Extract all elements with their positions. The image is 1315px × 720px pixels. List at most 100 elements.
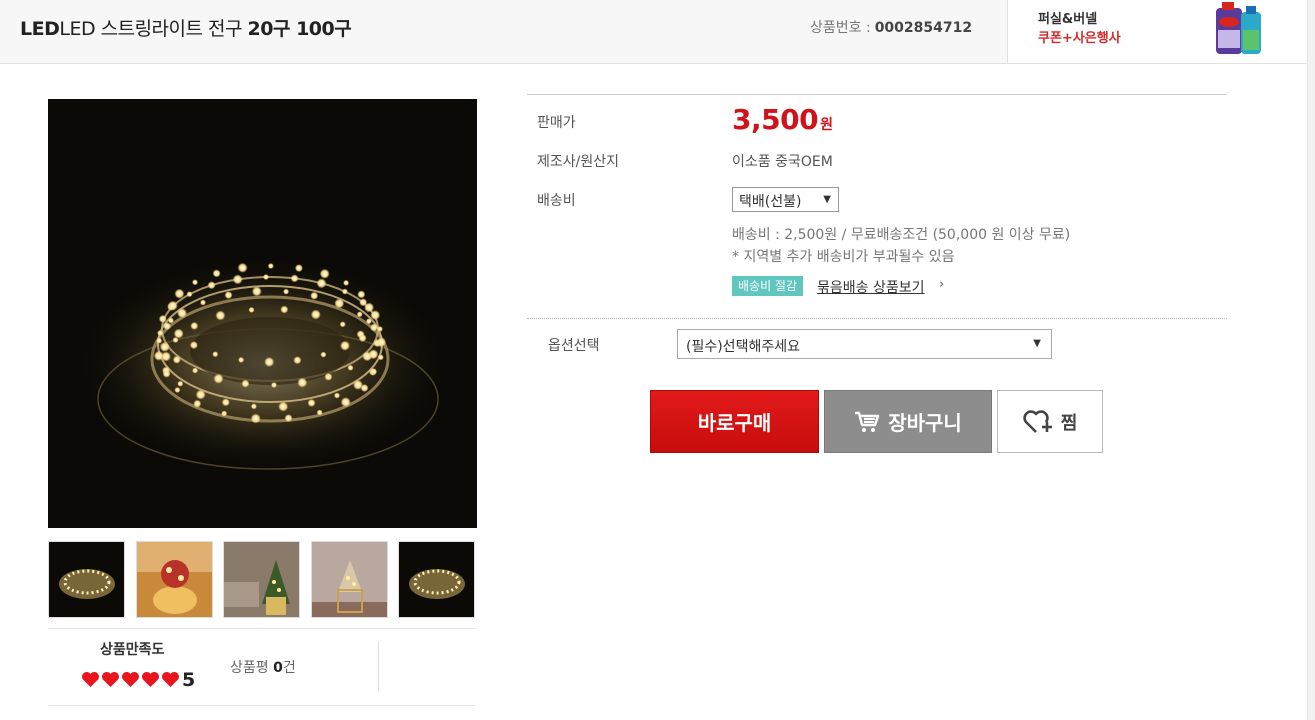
bulb-light	[172, 355, 181, 364]
bulb-light	[186, 291, 193, 298]
bulb-light	[324, 372, 333, 381]
bulb-light	[370, 323, 378, 332]
thumbnail-1[interactable]	[48, 541, 125, 618]
heart-icon	[142, 671, 159, 688]
thumbnail-strip	[48, 541, 477, 619]
bulb-light	[189, 341, 198, 350]
bulb-light	[156, 337, 163, 344]
bulb-light	[283, 288, 290, 295]
string-light-photo	[48, 99, 477, 528]
bulb-light	[359, 298, 368, 307]
bulb-light	[340, 340, 350, 351]
promo-line1: 퍼실&버넬	[1038, 12, 1098, 27]
bulb-light	[159, 341, 170, 352]
option-label: 옵션선택	[548, 338, 600, 354]
bulb-light	[371, 368, 377, 375]
cart-label: 장바구니	[888, 411, 962, 435]
bulb-light	[162, 369, 171, 378]
bulb-light	[310, 309, 321, 320]
thumbnail-2[interactable]	[136, 541, 213, 618]
review-unit: 건	[282, 660, 296, 676]
bulb-light	[232, 274, 243, 285]
bulb-light	[161, 351, 171, 362]
product-title-prefix: LED 스트링라이트 전구	[59, 18, 248, 40]
bulb-light	[290, 274, 299, 283]
bulb-light	[280, 305, 289, 314]
bulb-light	[319, 268, 330, 279]
option-placeholder: (필수)선택해주세요	[686, 339, 800, 355]
bulb-light	[172, 337, 179, 343]
add-to-cart-button[interactable]: 장바구니	[824, 390, 992, 453]
heart-rating	[81, 671, 181, 688]
bulb-light	[190, 321, 199, 330]
rating-score: 5	[182, 669, 196, 691]
bulb-light	[316, 409, 323, 416]
price-unit: 원	[820, 117, 833, 133]
bulb-light	[293, 356, 302, 365]
heart-icon	[162, 671, 179, 688]
shipping-select[interactable]: 택배(선불) ▼	[732, 187, 839, 212]
bulb-light	[250, 413, 261, 424]
divider	[378, 641, 379, 691]
promo-line2: 쿠폰+사은행사	[1038, 31, 1121, 46]
bulb-light	[221, 398, 230, 407]
bulb-light	[200, 299, 206, 306]
divider	[527, 318, 1227, 319]
satisfaction-label: 상품만족도	[100, 642, 165, 658]
wishlist-label: 찜	[1060, 412, 1078, 434]
product-title: LEDLED 스트링라이트 전구 20구 100구	[20, 18, 352, 40]
thumbnail-3[interactable]	[223, 541, 300, 618]
bulb-light	[193, 399, 202, 408]
review-label: 상품평	[230, 660, 274, 676]
bulb-light	[357, 290, 366, 299]
bulb-light	[377, 354, 384, 361]
dropdown-arrow-icon: ▼	[823, 194, 831, 205]
bulb-light	[251, 286, 262, 297]
bulb-light	[278, 401, 289, 412]
bulb-light	[163, 322, 172, 331]
shipping-saving-badge: 배송비 절감	[732, 276, 804, 296]
main-product-image[interactable]	[48, 99, 477, 528]
bulb-light	[212, 269, 221, 278]
thumbnail-4[interactable]	[311, 541, 388, 618]
option-select[interactable]: (필수)선택해주세요 ▼	[677, 329, 1052, 359]
thumbnail-5[interactable]	[398, 541, 475, 618]
bulb-light	[177, 308, 187, 319]
bulb-light	[368, 349, 379, 360]
bulb-light	[358, 334, 367, 342]
bulb-light	[334, 298, 345, 309]
bulb-light	[360, 384, 369, 392]
bulb-light	[167, 300, 178, 311]
bulb-light	[347, 364, 354, 371]
bulb-light	[195, 389, 206, 400]
bulb-light	[294, 264, 303, 273]
product-number-label: 상품번호 :	[810, 20, 871, 36]
bulb-light	[341, 288, 348, 295]
product-title-suffix: 20구 100구	[247, 18, 352, 40]
product-number: 상품번호 :0002854712	[810, 17, 972, 37]
chevron-right-icon: ›	[939, 277, 945, 292]
bulb-light	[343, 279, 350, 286]
shipping-note: 배송비 : 2,500원 / 무료배송조건 (50,000 원 이상 무료)	[732, 227, 1071, 243]
bulb-light	[237, 262, 248, 273]
bundle-shipping-link[interactable]: 묶음배송 상품보기	[817, 277, 925, 297]
review-count[interactable]: 상품평 0건	[230, 657, 296, 677]
bulb-light	[340, 397, 351, 408]
shipping-note-region: * 지역별 추가 배송비가 부과될수 있음	[732, 249, 955, 265]
bulb-light	[212, 351, 219, 358]
promo-banner[interactable]: 퍼실&버넬 쿠폰+사은행사	[1007, 0, 1308, 63]
bulb-light	[316, 278, 327, 289]
maker-label: 제조사/원산지	[537, 154, 619, 170]
dropdown-arrow-icon: ▼	[1033, 338, 1041, 349]
product-number-value: 0002854712	[874, 20, 973, 36]
divider	[527, 94, 1227, 95]
bulb-light	[297, 377, 308, 388]
bulb-light	[248, 306, 255, 313]
buy-now-button[interactable]: 바로구매	[650, 390, 819, 453]
bulb-light	[207, 281, 216, 290]
maker-value: 이소품 중국OEM	[732, 154, 833, 170]
price: 3,500 원	[732, 103, 833, 136]
scrollbar[interactable]	[1307, 0, 1315, 720]
wishlist-button[interactable]: 찜	[997, 390, 1103, 453]
shipping-selected: 택배(선불)	[739, 194, 802, 210]
